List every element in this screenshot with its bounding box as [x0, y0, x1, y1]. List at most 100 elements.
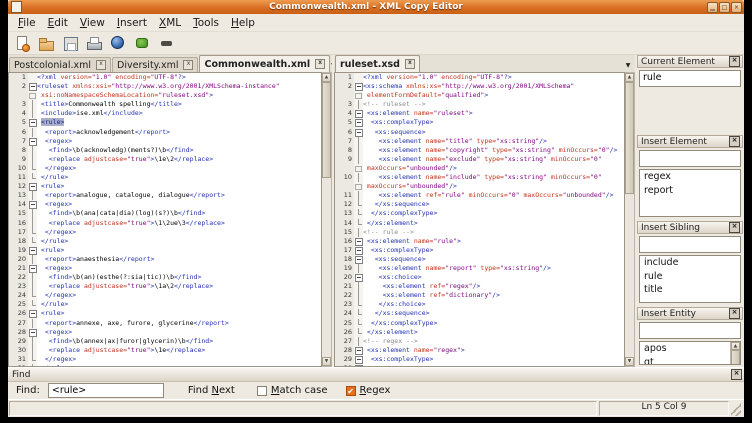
- left-vertical-scrollbar[interactable]: ▲ ▼: [322, 72, 332, 367]
- find-panel-title: Find: [8, 370, 731, 380]
- insert-sibling-field[interactable]: [639, 236, 741, 253]
- list-item-include[interactable]: include: [640, 256, 740, 270]
- tab-close-icon[interactable]: x: [96, 60, 106, 70]
- scroll-track[interactable]: [322, 178, 331, 357]
- list-item-gt[interactable]: gt: [640, 356, 730, 365]
- scroll-thumb[interactable]: [625, 82, 634, 194]
- menu-insert[interactable]: Insert: [111, 16, 153, 30]
- print-icon[interactable]: [86, 35, 103, 52]
- resize-grip[interactable]: [731, 401, 741, 416]
- list-item-report[interactable]: report: [640, 184, 740, 198]
- tab-ruleset.xsd[interactable]: ruleset.xsdx: [335, 55, 420, 72]
- insert-entity-field[interactable]: [639, 322, 741, 339]
- fold-margin: [354, 300, 363, 309]
- open-folder-icon[interactable]: [38, 35, 55, 52]
- scroll-down-icon[interactable]: ▼: [322, 357, 331, 366]
- code-line: 11 <xs:element ref="rule" minOccurs="0" …: [335, 191, 624, 200]
- match-case-checkbox[interactable]: [257, 386, 267, 396]
- fold-toggle-icon[interactable]: [354, 118, 363, 127]
- line-number: 15: [9, 209, 28, 218]
- fold-toggle-icon[interactable]: [28, 137, 37, 146]
- panel-title: Current Element: [638, 57, 729, 67]
- list-item-apos[interactable]: apos: [640, 342, 730, 356]
- menu-file[interactable]: File: [12, 16, 42, 30]
- panel-close-icon[interactable]: ×: [729, 136, 740, 147]
- line-number: 9: [335, 155, 354, 164]
- tab-commonwealth.xml[interactable]: Commonwealth.xmlx: [199, 55, 330, 72]
- fold-toggle-icon[interactable]: [354, 246, 363, 255]
- list-item-title[interactable]: title: [640, 283, 740, 297]
- tab-close-icon[interactable]: x: [315, 59, 325, 69]
- maximize-button[interactable]: □: [719, 2, 730, 13]
- panel-current-element: Current Element× rule: [637, 55, 743, 133]
- tab-diversity.xml[interactable]: Diversity.xmlx: [112, 57, 198, 72]
- fold-toggle-icon[interactable]: [354, 237, 363, 246]
- scroll-up-icon[interactable]: ▲: [731, 342, 740, 350]
- scroll-down-icon[interactable]: ▼: [625, 357, 634, 366]
- spelling-icon[interactable]: [158, 35, 175, 52]
- fold-toggle-icon[interactable]: [354, 346, 363, 355]
- close-button[interactable]: ×: [731, 2, 742, 13]
- save-icon[interactable]: [62, 35, 79, 52]
- minimize-button[interactable]: ▁: [707, 2, 718, 13]
- fold-toggle-icon[interactable]: [354, 355, 363, 364]
- scroll-thumb[interactable]: [731, 350, 740, 365]
- fold-toggle-icon[interactable]: [28, 200, 37, 209]
- list-scrollbar[interactable]: ▲▼: [730, 342, 740, 364]
- panel-close-icon[interactable]: ×: [729, 308, 740, 319]
- tab-list-dropdown-icon[interactable]: ▼: [621, 62, 635, 72]
- tab-close-icon[interactable]: x: [183, 60, 193, 70]
- menu-view[interactable]: View: [74, 16, 111, 30]
- tab-close-icon[interactable]: x: [405, 59, 415, 69]
- list-item-rule[interactable]: rule: [640, 270, 740, 284]
- menu-help[interactable]: Help: [225, 16, 261, 30]
- fold-toggle-icon[interactable]: [28, 182, 37, 191]
- fold-margin: [28, 209, 37, 218]
- right-code-area[interactable]: 1<?xml version="1.0" encoding="UTF-8"?>2…: [334, 72, 625, 367]
- list-items: includeruletitle: [640, 256, 740, 302]
- fold-toggle-icon[interactable]: [354, 255, 363, 264]
- web-browser-icon[interactable]: [110, 35, 127, 52]
- fold-toggle-icon[interactable]: [28, 82, 37, 91]
- fold-margin: [28, 191, 37, 200]
- validate-icon[interactable]: [134, 35, 151, 52]
- fold-toggle-icon[interactable]: [354, 109, 363, 118]
- code-text: <replace adjustcase="true">\1a\2</replac…: [37, 282, 321, 291]
- panel-close-icon[interactable]: ×: [729, 222, 740, 233]
- right-vertical-scrollbar[interactable]: ▲ ▼: [625, 72, 635, 367]
- find-close-icon[interactable]: ×: [731, 369, 742, 380]
- current-element-field[interactable]: rule: [639, 70, 741, 87]
- menu-xml[interactable]: XML: [153, 16, 187, 30]
- fold-toggle-icon[interactable]: [28, 118, 37, 127]
- regex-checkbox[interactable]: ✔: [346, 386, 356, 396]
- line-number: 19: [9, 246, 28, 255]
- fold-toggle-icon[interactable]: [28, 309, 37, 318]
- code-text: <xs:element ref="dictionary"/>: [363, 291, 624, 300]
- fold-toggle-icon[interactable]: [28, 328, 37, 337]
- new-document-icon[interactable]: [14, 35, 31, 52]
- left-code-area[interactable]: 1<?xml version="1.0" encoding="UTF-8"?>2…: [8, 72, 322, 367]
- right-editor-pane: ruleset.xsdx ▼ 1<?xml version="1.0" encod…: [334, 55, 635, 367]
- scroll-up-icon[interactable]: ▲: [625, 73, 634, 82]
- tab-postcolonial.xml[interactable]: Postcolonial.xmlx: [9, 57, 111, 72]
- line-number: 15: [335, 228, 354, 237]
- titlebar[interactable]: Commonwealth.xml - XML Copy Editor ▁ □ ×: [8, 0, 744, 14]
- fold-margin: [28, 273, 37, 282]
- scroll-up-icon[interactable]: ▲: [322, 73, 331, 82]
- list-item-regex[interactable]: regex: [640, 170, 740, 184]
- code-text: </xs:element>: [363, 328, 624, 337]
- panel-close-icon[interactable]: ×: [729, 56, 740, 67]
- menu-tools[interactable]: Tools: [187, 16, 225, 30]
- fold-toggle-icon[interactable]: [28, 264, 37, 273]
- fold-toggle-icon[interactable]: [354, 273, 363, 282]
- fold-toggle-icon[interactable]: [354, 82, 363, 91]
- fold-toggle-icon[interactable]: [28, 246, 37, 255]
- insert-element-field[interactable]: [639, 150, 741, 167]
- find-next-button[interactable]: Find Next: [184, 385, 239, 396]
- menu-edit[interactable]: Edit: [42, 16, 74, 30]
- scroll-track[interactable]: [625, 194, 634, 357]
- find-input[interactable]: [48, 383, 164, 398]
- scroll-thumb[interactable]: [322, 82, 331, 178]
- fold-margin: [354, 191, 363, 200]
- fold-toggle-icon[interactable]: [354, 128, 363, 137]
